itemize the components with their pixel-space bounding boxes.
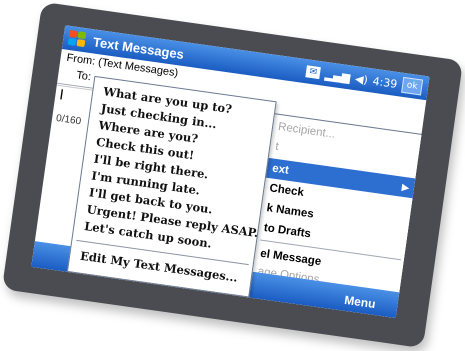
device-screen: Text Messages ✉ ▂▄▆ ◀) 4:39 ok From: (Te… bbox=[31, 25, 430, 319]
menu-popup: Recipient... t ext ▶ Check k Names to Dr… bbox=[250, 113, 424, 297]
from-label: From: bbox=[65, 51, 96, 68]
to-field[interactable]: To: bbox=[76, 69, 92, 83]
signal-icon[interactable]: ▂▄▆ bbox=[324, 67, 351, 83]
menu-item-my-text-label: ext bbox=[271, 162, 290, 177]
menu-softkey[interactable]: Menu bbox=[343, 293, 376, 311]
edit-my-text-item[interactable]: Edit My Text Messages... bbox=[79, 249, 238, 285]
messaging-icon[interactable]: ✉ bbox=[305, 65, 321, 80]
clock[interactable]: 4:39 bbox=[372, 74, 398, 90]
submenu-arrow-icon: ▶ bbox=[401, 181, 410, 193]
status-area: ✉ ▂▄▆ ◀) 4:39 ok bbox=[305, 63, 424, 96]
volume-icon[interactable]: ◀) bbox=[354, 72, 368, 87]
device-frame: Text Messages ✉ ▂▄▆ ◀) 4:39 ok From: (Te… bbox=[1, 1, 464, 349]
to-label: To: bbox=[75, 69, 92, 84]
my-text-popup: What are you up to? Just checking in... … bbox=[66, 75, 277, 298]
windows-start-icon[interactable] bbox=[66, 29, 88, 50]
ok-button[interactable]: ok bbox=[401, 76, 424, 96]
